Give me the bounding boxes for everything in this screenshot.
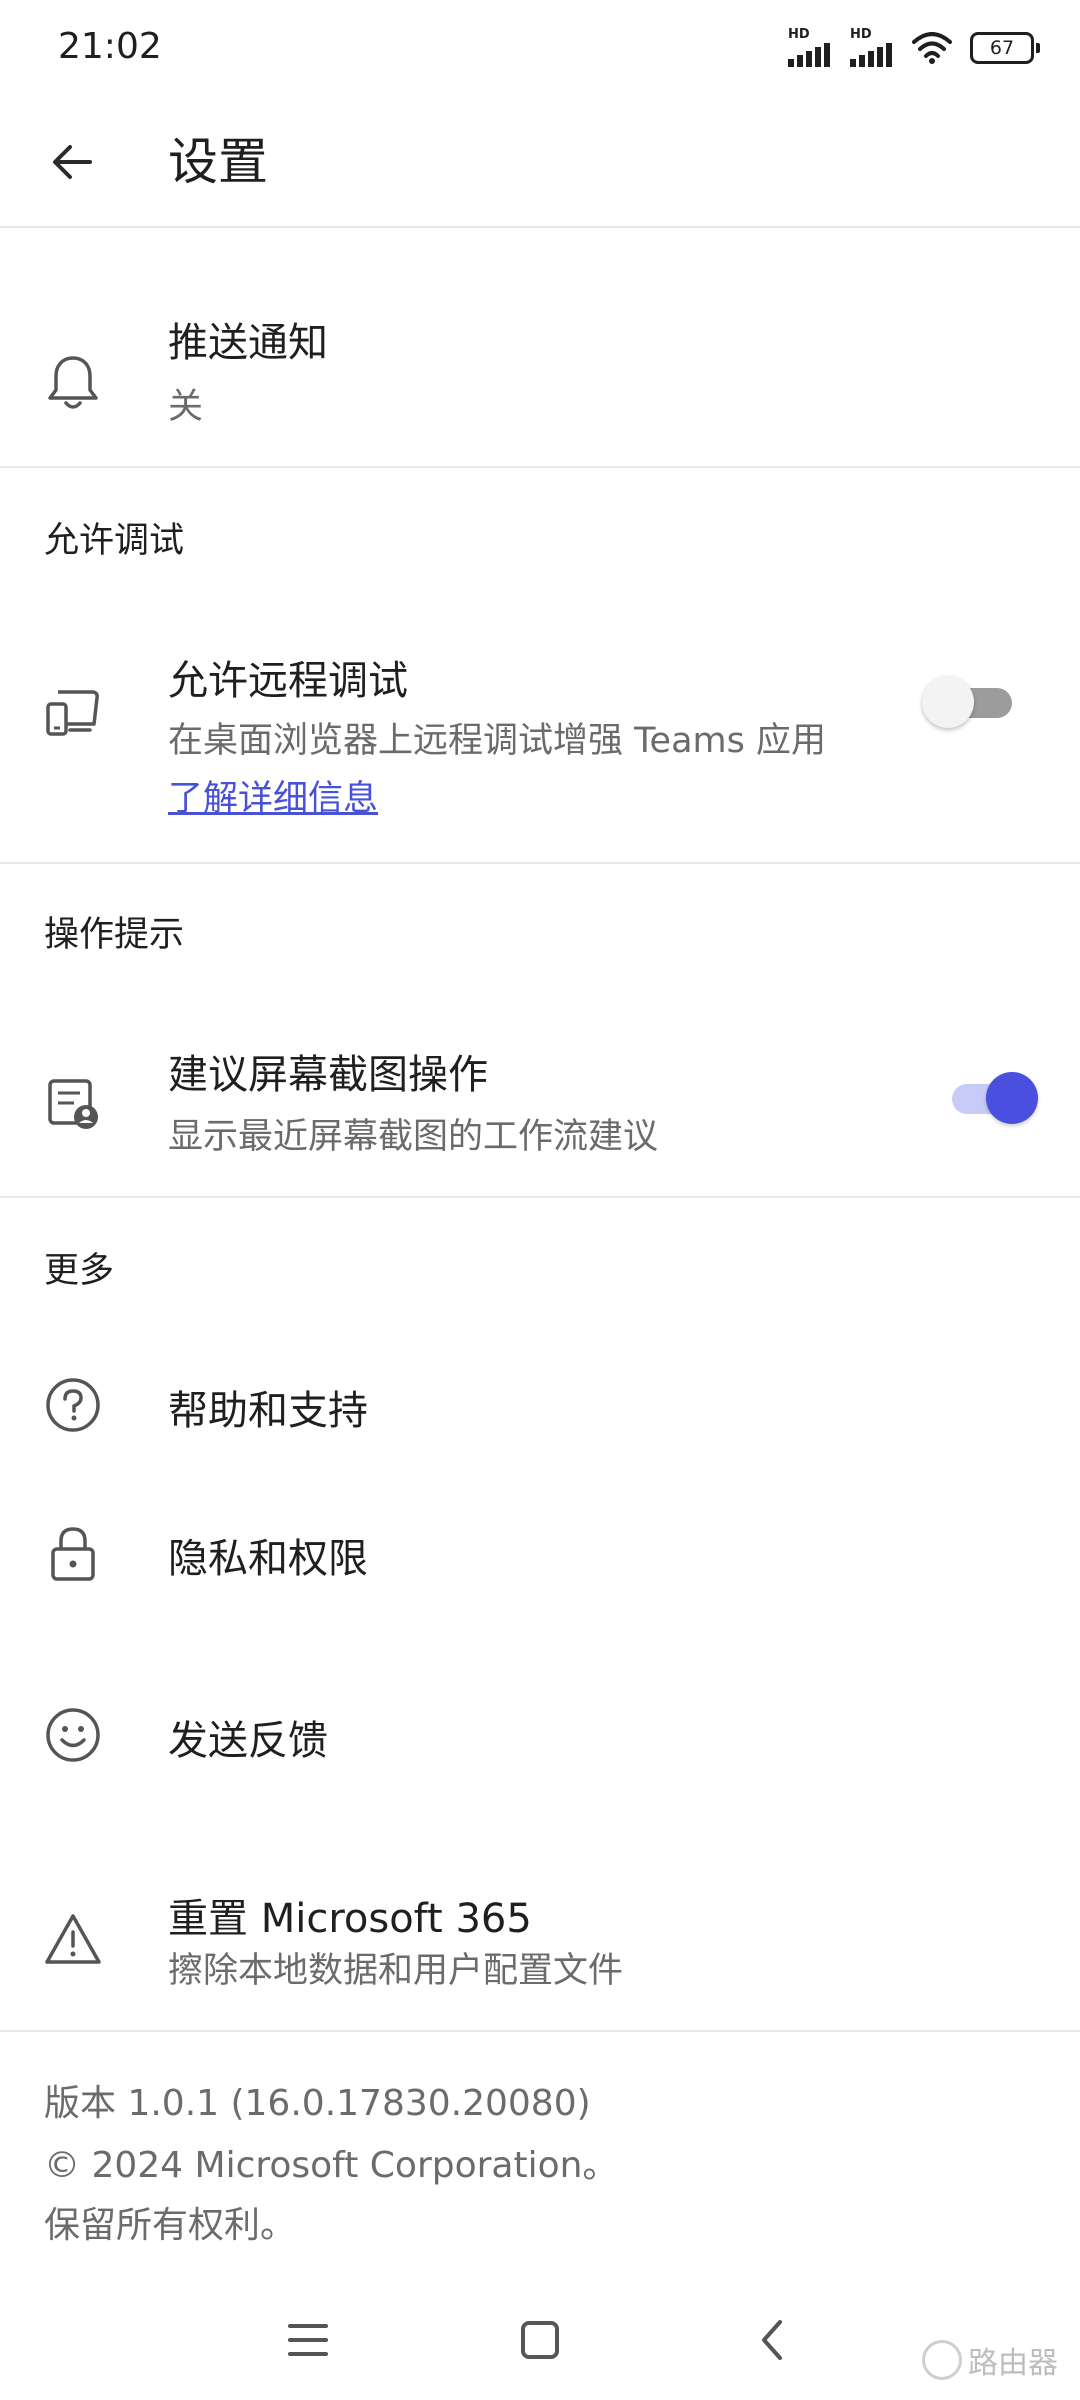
screenshot-actions-row[interactable]: 建议屏幕截图操作 显示最近屏幕截图的工作流建议	[0, 1036, 1080, 1186]
feedback-label: 发送反馈	[168, 1718, 328, 1764]
hd-badge: HD	[850, 27, 872, 42]
back-arrow-icon	[53, 145, 92, 179]
watermark-text: 路由器	[968, 2346, 1058, 2381]
hd-badge: HD	[788, 27, 810, 42]
section-header-tips: 操作提示	[44, 915, 185, 955]
warning-icon	[40, 1906, 106, 1972]
page-title: 设置	[168, 133, 268, 191]
app-header: 设置	[0, 84, 1080, 228]
menu-icon	[288, 2324, 328, 2356]
divider	[0, 862, 1080, 864]
push-notification-title: 推送通知	[168, 320, 328, 366]
nav-menu-button[interactable]	[268, 2300, 348, 2380]
nav-back-button[interactable]	[732, 2300, 812, 2380]
battery-icon: 67	[970, 31, 1040, 64]
wifi-icon	[912, 31, 952, 64]
privacy-row[interactable]: 隐私和权限	[0, 1500, 1080, 1610]
remote-debug-title: 允许远程调试	[168, 658, 408, 704]
version-text: 版本 1.0.1 (16.0.17830.20080)	[44, 2083, 591, 2124]
reset-title: 重置 Microsoft 365	[168, 1896, 532, 1942]
lock-icon	[40, 1520, 106, 1586]
privacy-label: 隐私和权限	[168, 1536, 368, 1582]
status-time: 21:02	[58, 26, 162, 67]
status-icons: HD HD 67	[788, 28, 1040, 67]
remote-debug-description: 在桌面浏览器上远程调试增强 Teams 应用	[168, 721, 826, 761]
nav-home-button[interactable]	[500, 2300, 580, 2380]
screenshot-actions-description: 显示最近屏幕截图的工作流建议	[168, 1117, 659, 1157]
push-notification-row[interactable]: 推送通知 关	[0, 300, 1080, 466]
signal-sim1-icon: HD	[788, 28, 832, 67]
help-support-label: 帮助和支持	[168, 1388, 368, 1434]
bell-icon	[40, 350, 106, 416]
device-remote-icon	[40, 678, 106, 744]
watermark-logo-icon	[922, 2340, 962, 2380]
home-square-icon	[521, 2321, 559, 2359]
smiley-icon	[40, 1702, 106, 1768]
remote-debug-row[interactable]: 允许远程调试 在桌面浏览器上远程调试增强 Teams 应用 了解详细信息	[0, 640, 1080, 840]
divider	[0, 2030, 1080, 2032]
screenshot-actions-toggle[interactable]	[942, 1070, 1038, 1126]
feedback-row[interactable]: 发送反馈	[0, 1680, 1080, 1790]
screenshot-suggestion-icon	[40, 1070, 106, 1136]
push-notification-status: 关	[168, 387, 204, 427]
help-support-row[interactable]: 帮助和支持	[0, 1350, 1080, 1460]
battery-level: 67	[970, 31, 1034, 64]
copyright-text: © 2024 Microsoft Corporation。	[44, 2145, 619, 2186]
signal-sim2-icon: HD	[850, 28, 894, 67]
divider	[0, 466, 1080, 468]
reset-description: 擦除本地数据和用户配置文件	[168, 1951, 624, 1991]
help-icon	[40, 1372, 106, 1438]
rights-text: 保留所有权利。	[44, 2205, 297, 2246]
watermark: 路由器	[922, 2338, 1058, 2382]
section-header-debug: 允许调试	[44, 521, 185, 561]
divider	[0, 1196, 1080, 1198]
learn-more-link[interactable]: 了解详细信息	[168, 770, 378, 821]
back-button[interactable]	[30, 120, 114, 204]
reset-row[interactable]: 重置 Microsoft 365 擦除本地数据和用户配置文件	[0, 1870, 1080, 2000]
remote-debug-toggle[interactable]	[922, 674, 1018, 730]
section-header-more: 更多	[44, 1251, 115, 1291]
screenshot-actions-title: 建议屏幕截图操作	[168, 1052, 488, 1098]
chevron-left-icon	[762, 2320, 782, 2360]
